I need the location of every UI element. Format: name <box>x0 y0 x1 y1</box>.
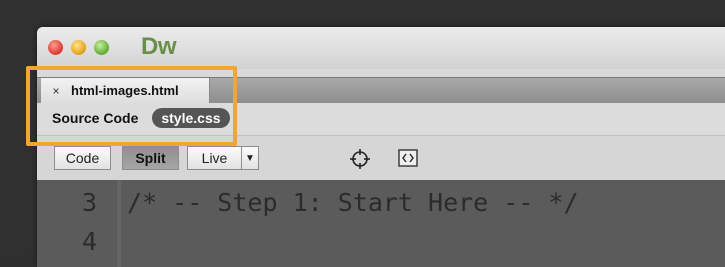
split-view-button[interactable]: Split <box>122 146 179 170</box>
dreamweaver-window: Dw × html-images.html Source Code style.… <box>37 27 725 267</box>
code-view-button[interactable]: Code <box>54 146 111 170</box>
app-logo: Dw <box>141 33 177 60</box>
code-navigator-icon[interactable] <box>398 149 418 167</box>
close-window-button[interactable] <box>48 40 63 55</box>
inspect-target-icon[interactable] <box>349 148 371 170</box>
line-number: 3 <box>81 188 97 217</box>
live-view-button[interactable]: Live <box>187 146 242 170</box>
line-number: 4 <box>81 227 97 256</box>
gutter-divider <box>117 180 121 267</box>
zoom-window-button[interactable] <box>94 40 109 55</box>
title-bar: Dw <box>37 27 725 69</box>
minimize-window-button[interactable] <box>71 40 86 55</box>
annotation-highlight-box <box>26 66 237 146</box>
code-line[interactable]: /* -- Step 1: Start Here -- */ <box>127 188 579 217</box>
live-view-dropdown-icon[interactable]: ▼ <box>241 146 259 170</box>
code-editor[interactable]: 3 /* -- Step 1: Start Here -- */ 4 <box>37 180 725 267</box>
